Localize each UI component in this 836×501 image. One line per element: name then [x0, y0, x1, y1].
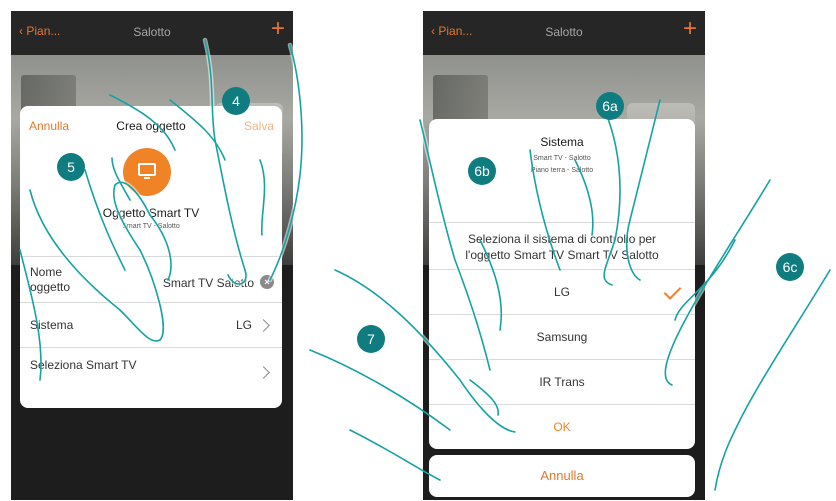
hand-outline-glow — [27, 37, 773, 435]
step-marker-4: 4 — [222, 87, 250, 115]
step-marker-7: 7 — [357, 325, 385, 353]
step-marker-5: 5 — [57, 153, 85, 181]
step-marker-6c: 6c — [776, 253, 804, 281]
hand-gestures-overlay — [19, 37, 831, 491]
step-marker-6b: 6b — [468, 157, 496, 185]
hand-outline-strokes — [19, 39, 831, 491]
step-marker-6a: 6a — [596, 92, 624, 120]
